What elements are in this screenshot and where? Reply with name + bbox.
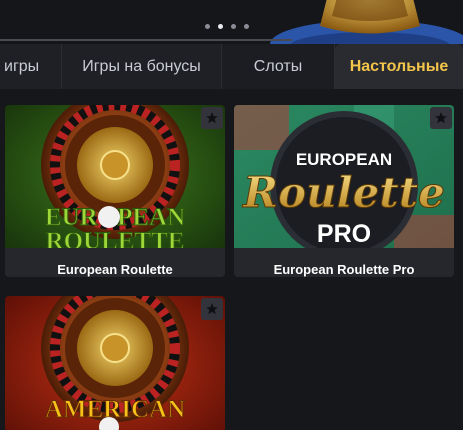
game-thumbnail: EUROPEAN ROULETTE (5, 105, 225, 260)
game-title: European Roulette (5, 248, 225, 277)
tab-table-games[interactable]: Настольные (335, 44, 463, 89)
art-title-line3: PRO (317, 220, 371, 248)
game-card[interactable]: EUROPEAN ROULETTE European Roulette (5, 105, 225, 277)
star-icon (206, 112, 218, 124)
art-title-line1: AMERICAN (45, 396, 185, 423)
slide-dot[interactable] (244, 24, 249, 29)
favorite-button[interactable] (201, 298, 223, 320)
slide-dot-active[interactable] (218, 24, 223, 29)
tab-games[interactable]: игры (0, 44, 62, 89)
game-title: European Roulette Pro (234, 248, 454, 277)
banner-progress-bar (0, 39, 292, 41)
games-grid: EUROPEAN ROULETTE European Roulette (0, 89, 463, 430)
category-tabs: игры Игры на бонусы Слоты Настольные (0, 44, 463, 89)
art-title-line2: Roulette (242, 168, 445, 217)
favorite-button[interactable] (430, 107, 452, 129)
slide-dot[interactable] (231, 24, 236, 29)
art-title-line1: EUROPEAN (296, 150, 392, 169)
banner-pagination (205, 24, 249, 29)
star-icon (206, 303, 218, 315)
game-card[interactable]: AMERICAN (5, 296, 225, 430)
star-icon (435, 112, 447, 124)
game-thumbnail: EUROPEAN Roulette PRO (234, 105, 454, 260)
slide-dot[interactable] (205, 24, 210, 29)
game-card[interactable]: EUROPEAN Roulette PRO European Roulette … (234, 105, 454, 277)
tab-bonus-games[interactable]: Игры на бонусы (62, 44, 222, 89)
banner-artwork (270, 0, 463, 44)
tab-slots[interactable]: Слоты (222, 44, 335, 89)
promo-banner[interactable] (0, 0, 463, 44)
favorite-button[interactable] (201, 107, 223, 129)
game-thumbnail: AMERICAN (5, 296, 225, 430)
